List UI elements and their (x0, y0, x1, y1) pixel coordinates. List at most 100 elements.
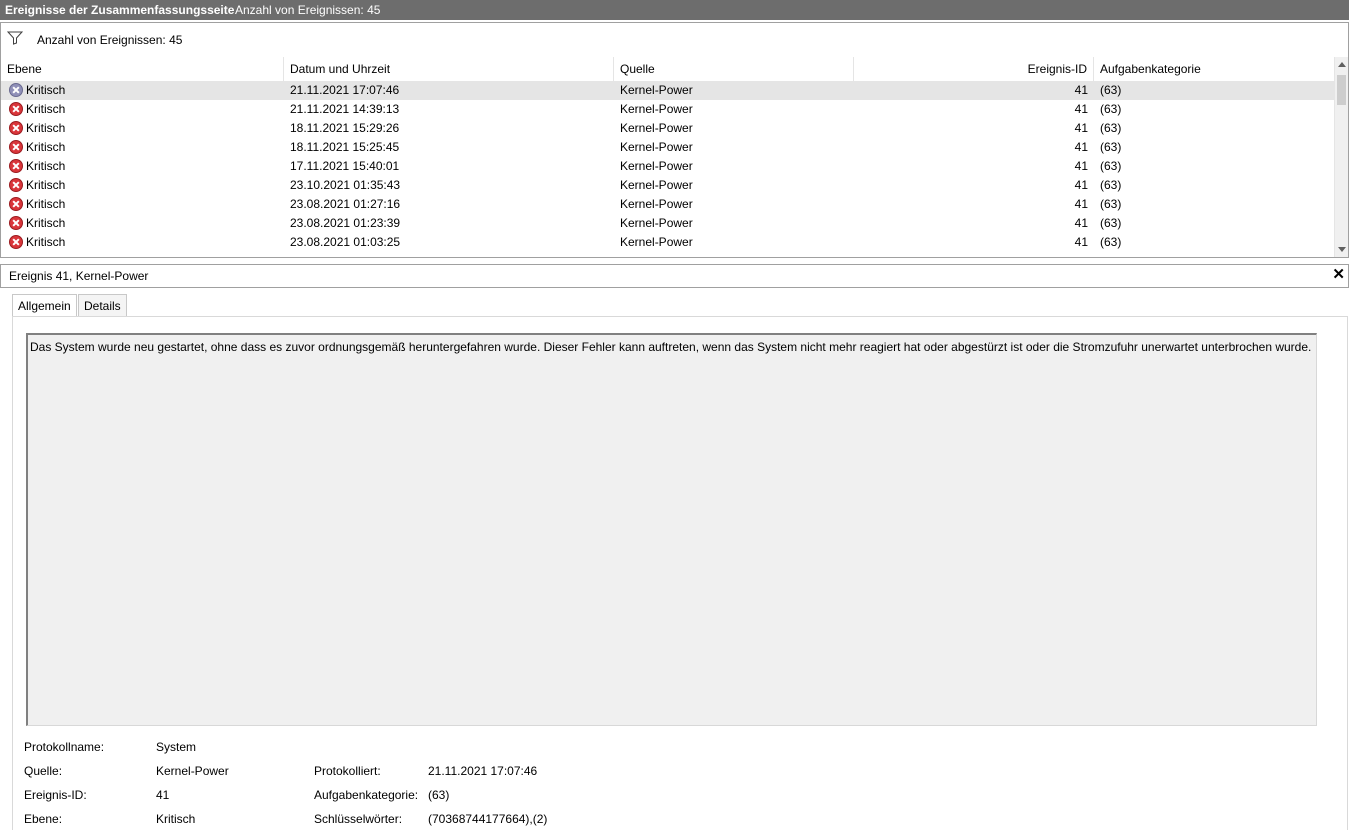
event-count-title: Anzahl von Ereignissen: 45 (235, 3, 381, 17)
window-title: Ereignisse der Zusammenfassungsseite (5, 3, 235, 17)
critical-error-icon (9, 216, 23, 230)
cell-event-id: 41 (1074, 121, 1088, 135)
prop-keywords-value: (70368744177664),(2) (428, 812, 548, 826)
critical-error-icon (9, 140, 23, 154)
table-row[interactable]: Kritisch 23.08.2021 01:03:25 Kernel-Power 4… (1, 233, 1334, 252)
cell-event-id: 41 (1074, 178, 1088, 192)
cell-source: Kernel-Power (620, 159, 693, 173)
critical-error-icon (9, 83, 23, 97)
scroll-down-icon[interactable] (1338, 247, 1346, 252)
cell-datetime: 21.11.2021 14:39:13 (290, 102, 400, 116)
cell-task-category: (63) (1100, 216, 1122, 230)
table-row[interactable]: Kritisch 21.11.2021 14:39:13 Kernel-Power 4… (1, 100, 1334, 119)
critical-error-icon (9, 159, 23, 173)
cell-datetime: 21.11.2021 17:07:46 (290, 83, 400, 97)
table-row[interactable]: Kritisch 18.11.2021 15:29:26 Kernel-Power 4… (1, 119, 1334, 138)
prop-category-value: (63) (428, 788, 450, 802)
scroll-thumb[interactable] (1337, 75, 1346, 105)
cell-task-category: (63) (1100, 235, 1122, 249)
cell-event-id: 41 (1074, 235, 1088, 249)
table-row[interactable]: Kritisch 23.08.2021 01:27:16 Kernel-Power 4… (1, 195, 1334, 214)
event-details-header: Ereignis 41, Kernel-Power ✕ (0, 264, 1349, 288)
tab-allgemein[interactable]: Allgemein (12, 294, 77, 317)
cell-event-id: 41 (1074, 102, 1088, 116)
table-row[interactable]: Kritisch 17.11.2021 15:40:01 Kernel-Power 4… (1, 157, 1334, 176)
cell-level: Kritisch (26, 159, 66, 173)
cell-source: Kernel-Power (620, 83, 693, 97)
prop-logname-label: Protokollname: (24, 740, 105, 754)
column-header-source[interactable]: Quelle (614, 57, 854, 81)
filter-bar: Anzahl von Ereignissen: 45 (0, 22, 1349, 58)
cell-event-id: 41 (1074, 216, 1088, 230)
column-header-level[interactable]: Ebene (1, 57, 284, 81)
column-header-datetime[interactable]: Datum und Uhrzeit (284, 57, 614, 81)
close-icon[interactable]: ✕ (1332, 267, 1345, 283)
table-scrollbar[interactable] (1334, 57, 1348, 257)
event-description-box[interactable]: Das System wurde neu gestartet, ohne das… (26, 333, 1317, 726)
cell-datetime: 23.10.2021 01:35:43 (290, 178, 401, 192)
cell-level: Kritisch (26, 121, 66, 135)
prop-category-label: Aufgabenkategorie: (314, 788, 419, 802)
cell-level: Kritisch (26, 235, 66, 249)
events-table: Ebene Datum und Uhrzeit Quelle Ereignis-… (0, 57, 1349, 258)
cell-event-id: 41 (1074, 140, 1088, 154)
table-header: Ebene Datum und Uhrzeit Quelle Ereignis-… (1, 57, 1334, 82)
cell-level: Kritisch (26, 216, 66, 230)
prop-logname-value: System (156, 740, 197, 754)
window-titlebar: Ereignisse der Zusammenfassungsseite Anz… (0, 0, 1349, 20)
cell-source: Kernel-Power (620, 102, 693, 116)
critical-error-icon (9, 235, 23, 249)
cell-datetime: 23.08.2021 01:23:39 (290, 216, 401, 230)
critical-error-icon (9, 178, 23, 192)
critical-error-icon (9, 197, 23, 211)
critical-error-icon (9, 102, 23, 116)
table-row[interactable]: Kritisch 23.10.2021 01:35:43 Kernel-Power 4… (1, 176, 1334, 195)
table-row[interactable]: Kritisch 18.11.2021 15:25:45 Kernel-Power 4… (1, 138, 1334, 157)
prop-level-label: Ebene: (24, 812, 63, 826)
cell-source: Kernel-Power (620, 197, 693, 211)
cell-datetime: 18.11.2021 15:25:45 (290, 140, 400, 154)
table-rows: Kritisch 21.11.2021 17:07:46 Kernel-Power 4… (1, 81, 1334, 252)
cell-task-category: (63) (1100, 102, 1122, 116)
cell-level: Kritisch (26, 197, 66, 211)
event-details-title: Ereignis 41, Kernel-Power (9, 269, 149, 283)
cell-source: Kernel-Power (620, 216, 693, 230)
filter-icon[interactable] (6, 31, 24, 48)
cell-datetime: 23.08.2021 01:03:25 (290, 235, 401, 249)
prop-level-value: Kritisch (156, 812, 196, 826)
cell-task-category: (63) (1100, 121, 1122, 135)
cell-source: Kernel-Power (620, 121, 693, 135)
cell-datetime: 23.08.2021 01:27:16 (290, 197, 401, 211)
prop-keywords-label: Schlüsselwörter: (314, 812, 403, 826)
cell-event-id: 41 (1074, 197, 1088, 211)
prop-source-label: Quelle: (24, 764, 63, 778)
cell-source: Kernel-Power (620, 235, 693, 249)
filter-count-text: Anzahl von Ereignissen: 45 (37, 33, 183, 47)
general-tab-panel: Das System wurde neu gestartet, ohne das… (12, 316, 1348, 830)
cell-task-category: (63) (1100, 83, 1122, 97)
prop-logged-label: Protokolliert: (314, 764, 381, 778)
critical-error-icon (9, 121, 23, 135)
cell-task-category: (63) (1100, 140, 1122, 154)
cell-event-id: 41 (1074, 159, 1088, 173)
cell-level: Kritisch (26, 140, 66, 154)
prop-eventid-value: 41 (156, 788, 170, 802)
cell-event-id: 41 (1074, 83, 1088, 97)
cell-level: Kritisch (26, 83, 66, 97)
tab-details[interactable]: Details (78, 294, 127, 316)
table-row[interactable]: Kritisch 23.08.2021 01:23:39 Kernel-Power 4… (1, 214, 1334, 233)
cell-source: Kernel-Power (620, 140, 693, 154)
cell-task-category: (63) (1100, 178, 1122, 192)
column-header-event-id[interactable]: Ereignis-ID (854, 57, 1094, 81)
cell-source: Kernel-Power (620, 178, 693, 192)
cell-datetime: 17.11.2021 15:40:01 (290, 159, 400, 173)
cell-task-category: (63) (1100, 197, 1122, 211)
scroll-up-icon[interactable] (1338, 62, 1346, 67)
prop-logged-value: 21.11.2021 17:07:46 (428, 764, 538, 778)
cell-level: Kritisch (26, 102, 66, 116)
cell-task-category: (63) (1100, 159, 1122, 173)
prop-source-value: Kernel-Power (156, 764, 229, 778)
event-description: Das System wurde neu gestartet, ohne das… (30, 340, 1312, 354)
column-header-task-category[interactable]: Aufgabenkategorie (1094, 57, 1334, 81)
table-row[interactable]: Kritisch 21.11.2021 17:07:46 Kernel-Power 4… (1, 81, 1334, 100)
